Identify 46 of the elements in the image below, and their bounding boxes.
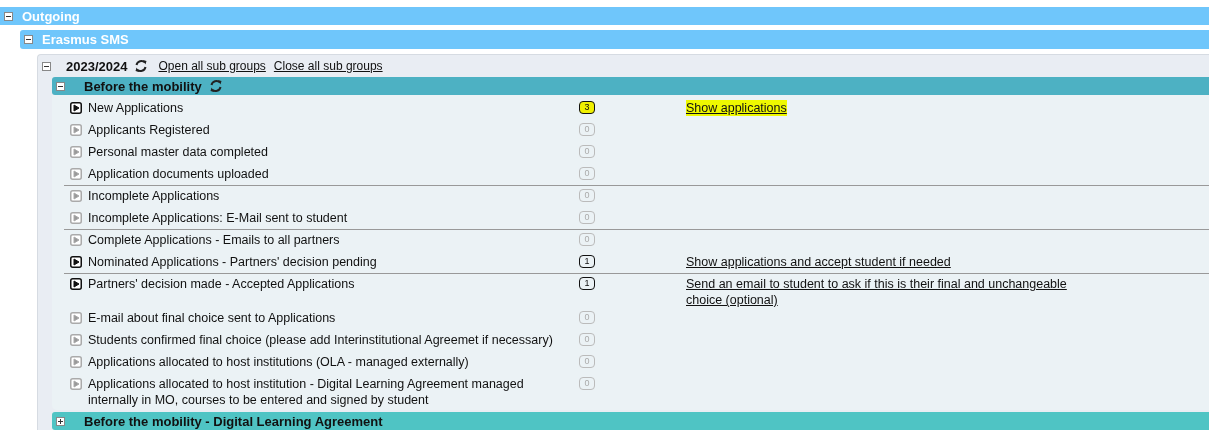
status-label: Incomplete Applications — [88, 188, 221, 204]
count-badge: 1 — [579, 277, 595, 290]
status-label: Personal master data completed — [88, 144, 269, 160]
count-badge: 0 — [579, 377, 595, 390]
status-label: Nominated Applications - Partners' decision pending — [88, 254, 378, 270]
section-title: Outgoing — [22, 8, 80, 24]
status-label: Students confirmed final choice (please add Interinstitutional Agreemet if necessary) — [88, 332, 554, 348]
group-toggle-link[interactable]: Open all sub groups — [158, 59, 266, 73]
status-label: Applicants Registered — [88, 122, 211, 138]
collapse-toggle[interactable] — [24, 35, 33, 44]
year-title: 2023/2024 — [66, 58, 128, 74]
program-title: Erasmus SMS — [42, 32, 129, 47]
play-icon[interactable] — [70, 278, 82, 290]
action-link[interactable]: Show applications and accept student if needed — [686, 254, 951, 270]
group-toggle-link[interactable]: Close all sub groups — [273, 59, 383, 73]
count-badge: 0 — [579, 355, 595, 368]
count-badge: 3 — [579, 101, 595, 114]
count-badge: 0 — [579, 311, 595, 324]
action-link[interactable]: Show applications — [686, 100, 787, 116]
refresh-icon[interactable] — [208, 79, 223, 93]
collapse-toggle[interactable] — [42, 61, 51, 71]
collapse-toggle[interactable] — [56, 81, 65, 91]
count-badge: 0 — [579, 167, 595, 180]
collapse-toggle[interactable] — [4, 11, 13, 21]
status-label: Complete Applications - Emails to all partners — [88, 232, 341, 248]
status-label: Incomplete Applications: E-Mail sent to student — [88, 210, 349, 226]
count-badge: 0 — [579, 233, 595, 246]
group-title: Before the mobility — [84, 78, 202, 94]
play-icon[interactable] — [70, 102, 82, 114]
count-badge: 0 — [579, 123, 595, 136]
status-label: New Applications — [88, 100, 185, 116]
count-badge: 1 — [579, 255, 595, 268]
count-badge: 0 — [579, 189, 595, 202]
collapse-toggle[interactable] — [56, 416, 65, 426]
refresh-icon[interactable] — [134, 59, 149, 73]
status-label: E-mail about final choice sent to Applications — [88, 310, 337, 326]
count-badge: 0 — [579, 145, 595, 158]
status-label: Applications allocated to host institution - Digital Learning Agreement managed internally in MO, courses to be entered and signed by student — [88, 376, 525, 408]
play-icon[interactable] — [70, 256, 82, 268]
count-badge: 0 — [579, 211, 595, 224]
status-label: Partners' decision made - Accepted Applications — [88, 276, 356, 292]
group-title: Before the mobility - Digital Learning Agreement — [84, 413, 383, 429]
status-label: Application documents uploaded — [88, 166, 270, 182]
action-link[interactable]: Send an email to student to ask if this is their final and unchangeable choice (optional) — [686, 276, 1081, 308]
count-badge: 0 — [579, 333, 595, 346]
status-label: Applications allocated to host institutions (OLA - managed externally) — [88, 354, 470, 370]
